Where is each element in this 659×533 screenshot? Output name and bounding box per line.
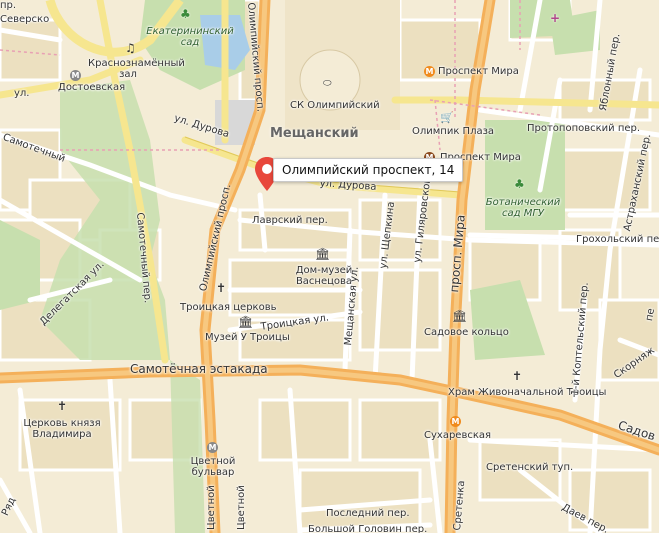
label-sk-olimpiyskiy[interactable]: СК Олимпийский [290,100,380,111]
label-krasnoznamenny-hall[interactable]: Краснознамённый зал [88,58,185,80]
label-troitskaya-church[interactable]: Троицкая церковь [180,302,277,313]
museum-icon: 🏛 [238,315,254,329]
music-icon: ♫ [125,41,136,55]
selected-address-text: Олимпийский проспект, 14 [282,163,455,177]
label-sukharevskaya[interactable]: Сухаревская [424,430,491,441]
tree-icon: ♣ [514,177,525,191]
stadium-icon: ⬭ [323,78,332,89]
label-pr: пр. [0,0,17,11]
label-tsvetnoy-road-right: Цветной [236,485,247,530]
metro-icon-prospekt-mira-top: M [424,66,435,77]
label-church-vladimir[interactable]: Церковь князя Владимира [20,418,104,440]
museum-icon: 🏛 [452,309,468,323]
label-grokholsky: Грохольский пер. [576,234,659,245]
label-prospekt-mira-top[interactable]: Проспект Мира [438,66,519,77]
museum-icon: 🏛 [315,247,331,261]
shopping-cart-icon: 🛒 [440,111,454,124]
hospital-icon: + [550,11,561,25]
label-seversky: Северско [0,14,50,25]
label-sretensky: Сретенский туп. [486,462,574,473]
map-canvas[interactable]: Мещанский ⬭ СК Олимпийский ♣ Екатерининс… [0,0,659,533]
label-pe: пе [644,307,658,322]
label-botanic-garden[interactable]: Ботанический сад МГУ [478,197,568,219]
label-museum-u-troitsy[interactable]: Музей У Троицы [205,332,290,343]
label-ekaterininsky-park[interactable]: Екатерининский сад [145,26,235,48]
label-tsvetnoy-road-left: Цветной [206,485,217,530]
metro-icon-dostoevskaya: M [70,70,81,81]
label-protopopovsky: Протопоповский пер. [527,123,641,134]
label-sadovoe-koltso[interactable]: Садовое кольцо [424,327,509,338]
church-icon: ✝ [57,399,68,413]
label-posledny: Последний пер. [326,508,410,519]
address-callout[interactable]: Олимпийский проспект, 14 [273,158,464,182]
church-icon: ✝ [512,369,523,383]
label-sovetskoy-armii: ул. [14,88,30,99]
label-lavrsky: Лаврский пер. [252,215,328,226]
metro-icon-tsvetnoy: M [207,442,218,453]
tree-icon: ♣ [180,7,191,21]
label-museum-vasnetsov[interactable]: Дом-музей Васнецова [292,265,356,287]
label-olimpik-plaza[interactable]: Олимпик Плаза [412,126,494,137]
metro-icon-sukharevskaya: M [450,416,461,427]
label-hram[interactable]: Храм Живоначальной Троицы [448,387,606,398]
label-samotechnaya-estakada: Самотёчная эстакада [130,362,268,376]
label-dostoevskaya[interactable]: Достоевская [58,82,125,93]
district-label: Мещанский [270,126,359,141]
label-bolshoy-golovin: Большой Головин пер. [308,524,428,533]
label-tsvetnoy-metro[interactable]: Цветной бульвар [188,456,238,478]
church-icon: ✝ [216,281,227,295]
